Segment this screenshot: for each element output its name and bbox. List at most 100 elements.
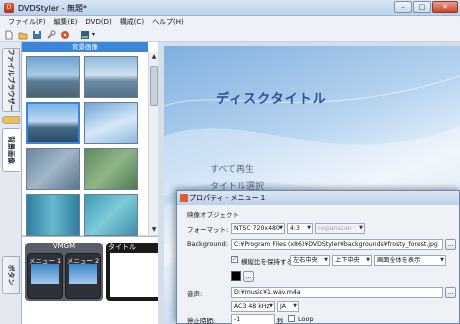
minimize-button[interactable]: –	[394, 1, 412, 13]
audio-path-field[interactable]: D:¥music¥1.wav.m4a	[231, 287, 443, 298]
chevron-down-icon: ▼	[359, 225, 363, 231]
background-thumbnail[interactable]	[26, 56, 80, 98]
title-label: タイトル	[108, 243, 136, 251]
background-browse-button[interactable]: ...	[445, 239, 456, 250]
menu-file[interactable]: ファイル(F)	[4, 16, 50, 28]
dialog-title-bar[interactable]: プロパティ - メニュー 1	[177, 191, 459, 205]
aspect-value: 4:3	[290, 225, 300, 232]
halign-select[interactable]: 左右中央 ▼	[290, 255, 330, 266]
fill-mode-value: 画面全体を表示	[377, 257, 421, 264]
dialog-title: プロパティ - メニュー 1	[189, 194, 266, 202]
menu-1-thumbnail[interactable]: メニュー 1	[27, 253, 63, 299]
new-file-icon[interactable]	[4, 30, 14, 40]
menu-help[interactable]: ヘルプ(H)	[148, 16, 188, 28]
pause-label: 停止時間:	[187, 317, 216, 324]
audio-browse-button[interactable]: ...	[445, 287, 456, 298]
toolbar: ▾	[0, 28, 460, 42]
fill-mode-select[interactable]: 画面全体を表示 ▼	[374, 255, 446, 266]
burn-icon[interactable]	[60, 30, 70, 40]
chevron-down-icon: ▼	[440, 257, 444, 263]
chevron-down-icon: ▼	[366, 257, 370, 263]
background-thumbnail[interactable]	[84, 56, 138, 98]
save-icon[interactable]	[32, 30, 42, 40]
loop-label: Loop	[298, 315, 314, 323]
window-controls: – □ ✕	[394, 1, 458, 13]
format-select[interactable]: NTSC 720x480 ▼	[231, 223, 285, 234]
folder-icon	[2, 116, 20, 124]
format-value: NTSC 720x480	[234, 225, 280, 232]
menu-strip: VMGM メニュー 1 メニュー 2 タイトル vitalder	[22, 236, 169, 324]
seconds-label: 秒	[277, 317, 284, 324]
chevron-down-icon: ▼	[293, 303, 297, 309]
background-thumbnail[interactable]	[26, 194, 80, 236]
disc-title-text[interactable]: ディスクタイトル	[216, 88, 327, 107]
vmgm-group: VMGM メニュー 1 メニュー 2	[25, 242, 103, 301]
valign-select[interactable]: 上下中央 ▼	[332, 255, 372, 266]
browser-scrollbar[interactable]: ▲ ▼	[148, 52, 158, 235]
title-bar: D DVDStyler - 無題* – □ ✕	[0, 0, 460, 16]
chevron-down-icon: ▼	[269, 303, 273, 309]
maximize-button[interactable]: □	[413, 1, 431, 13]
aspect-select[interactable]: 4:3 ▼	[287, 223, 313, 234]
menu-1-preview	[31, 264, 59, 284]
vmgm-label: VMGM	[52, 242, 76, 250]
tab-backgrounds-label: 背景画像	[7, 136, 15, 164]
panscan-value: nopanscan	[318, 225, 352, 232]
color-picker-button[interactable]: ...	[243, 271, 254, 282]
chevron-down-icon: ▼	[279, 225, 283, 231]
keep-aspect-checkbox[interactable]: ✓	[231, 256, 238, 263]
background-path-field[interactable]: C:¥Program Files (x86)¥DVDStyler¥backgro…	[231, 239, 443, 250]
background-color-swatch[interactable]	[231, 271, 241, 281]
panscan-select: nopanscan ▼	[315, 223, 365, 234]
background-thumbnail-selected[interactable]	[26, 102, 80, 144]
audio-label: 音声:	[187, 290, 203, 298]
menu-dvd[interactable]: DVD(D)	[81, 16, 115, 28]
background-thumbnail[interactable]	[26, 148, 80, 190]
tab-file-browser[interactable]: ファイルブラウザー	[2, 48, 20, 112]
menu-2-preview	[69, 264, 97, 284]
background-browser: 背景画像 ▲ ▼	[22, 42, 158, 236]
tab-backgrounds[interactable]: 背景画像	[2, 128, 20, 172]
dropdown-icon[interactable]: ▾	[92, 30, 102, 40]
close-button[interactable]: ✕	[432, 1, 458, 13]
loop-checkbox[interactable]	[288, 315, 295, 322]
dialog-app-icon	[180, 194, 188, 202]
sidebar-tabs: ファイルブラウザー 背景画像 ボタン	[0, 42, 22, 324]
browser-header: 背景画像	[22, 42, 148, 52]
background-thumbnail[interactable]	[84, 194, 138, 236]
title-group[interactable]: タイトル vitalder	[106, 243, 166, 301]
window-title: DVDStyler - 無題*	[18, 4, 88, 13]
scroll-down-arrow[interactable]: ▼	[150, 226, 158, 234]
settings-icon[interactable]	[46, 30, 56, 40]
properties-dialog: プロパティ - メニュー 1 映像オブジェクト フォーマット: NTSC 720…	[176, 190, 460, 324]
valign-value: 上下中央	[335, 257, 360, 264]
pause-time-field[interactable]: -1	[231, 314, 275, 324]
tab-buttons-label: ボタン	[7, 264, 15, 286]
menu-edit[interactable]: 編集(E)	[50, 16, 82, 28]
tab-buttons[interactable]: ボタン	[2, 256, 20, 294]
audio-language-value: JA	[280, 303, 286, 310]
audio-language-select[interactable]: JA ▼	[277, 301, 299, 312]
chevron-down-icon: ▼	[324, 257, 328, 263]
open-folder-icon[interactable]	[18, 30, 28, 40]
dvd-icon[interactable]	[80, 30, 90, 40]
tab-file-browser-label: ファイルブラウザー	[7, 48, 15, 112]
play-all-button[interactable]: すべて再生	[210, 162, 254, 175]
scroll-up-arrow[interactable]: ▲	[150, 53, 158, 61]
keep-aspect-label: 横縦比を保持する	[241, 258, 293, 266]
title-caption: vitalder	[110, 285, 133, 292]
scroll-thumb[interactable]	[150, 66, 158, 106]
audio-format-select[interactable]: AC3 48 kHz ▼	[231, 301, 275, 312]
menu-bar: ファイル(F) 編集(E) DVD(D) 構成(C) ヘルプ(H)	[0, 16, 460, 28]
background-thumbnail[interactable]	[84, 148, 138, 190]
background-thumbnail[interactable]	[84, 102, 138, 144]
menu-2-thumbnail[interactable]: メニュー 2	[65, 253, 101, 299]
menu-config[interactable]: 構成(C)	[116, 16, 148, 28]
app-icon: D	[4, 3, 14, 13]
audio-format-value: AC3 48 kHz	[234, 303, 270, 310]
format-label: フォーマット:	[187, 226, 229, 234]
background-label: Background:	[187, 240, 228, 248]
chevron-down-icon: ▼	[307, 225, 311, 231]
halign-value: 左右中央	[293, 257, 318, 264]
video-object-section: 映像オブジェクト	[187, 211, 239, 219]
